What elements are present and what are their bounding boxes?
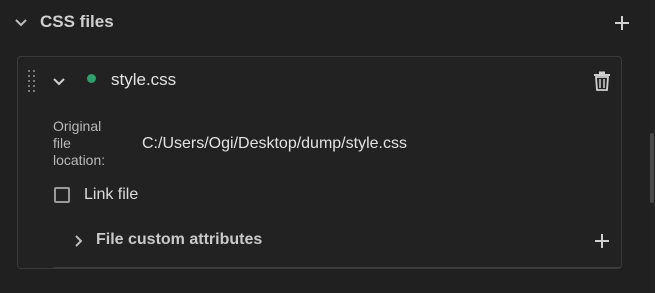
plus-icon <box>615 16 629 30</box>
collapse-file-button[interactable] <box>52 75 66 89</box>
css-file-card: style.css Original file location: C:/Use… <box>17 56 622 269</box>
drag-handle-icon[interactable] <box>27 69 37 93</box>
trash-icon <box>594 71 610 91</box>
file-custom-attributes-label[interactable]: File custom attributes <box>96 231 262 249</box>
plus-icon <box>595 234 609 248</box>
status-indicator <box>87 74 96 83</box>
css-files-panel: CSS files style.css Original file locati… <box>0 0 655 293</box>
add-css-file-button[interactable] <box>613 14 631 32</box>
css-files-section-header[interactable]: CSS files <box>0 0 655 46</box>
chevron-right-icon[interactable] <box>73 234 85 248</box>
section-title: CSS files <box>40 12 114 31</box>
add-custom-attribute-button[interactable] <box>594 233 610 249</box>
chevron-down-icon <box>53 78 65 86</box>
file-name: style.css <box>111 70 177 89</box>
link-file-label[interactable]: Link file <box>84 186 138 204</box>
link-file-checkbox[interactable] <box>54 187 70 203</box>
original-file-location-value: C:/Users/Ogi/Desktop/dump/style.css <box>142 135 407 152</box>
divider <box>53 267 621 268</box>
chevron-down-icon[interactable] <box>14 16 28 30</box>
scrollbar-thumb[interactable] <box>650 133 654 203</box>
file-custom-attributes-row[interactable]: File custom attributes <box>18 223 621 263</box>
delete-file-button[interactable] <box>593 71 611 91</box>
original-file-location-label: Original file location: <box>53 118 106 168</box>
